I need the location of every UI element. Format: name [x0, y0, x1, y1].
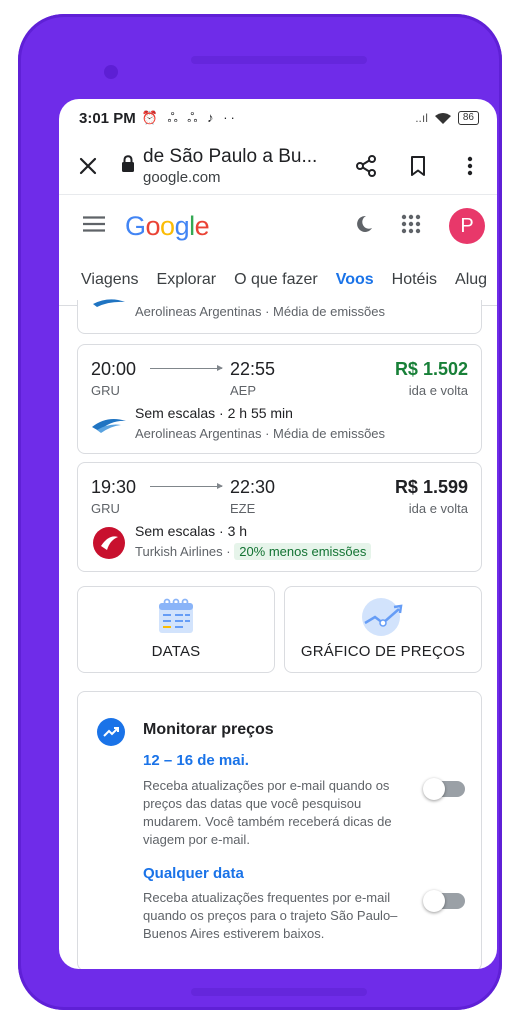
- logo-letter: g: [174, 210, 190, 241]
- tab-hot-is[interactable]: Hotéis: [392, 257, 437, 306]
- price-tracking-card: Monitorar preços 12 – 16 de mai. Receba …: [77, 691, 482, 969]
- turkish-airlines-logo-icon: [91, 525, 127, 561]
- stops-duration: Sem escalas · 3 h: [135, 523, 248, 539]
- flight-card[interactable]: 20:00 22:55 GRU AEP R$ 1.502 ida e volta…: [77, 344, 482, 454]
- price-graph-button[interactable]: GRÁFICO DE PREÇOS: [284, 586, 482, 673]
- price-graph-icon: [361, 597, 405, 642]
- phone-frame: 3:01 PM ⏰ ஃ ஃ ♪ ·· ..ıl 86 de São Paulo …: [18, 14, 502, 1010]
- tab-alug[interactable]: Alug: [455, 257, 487, 306]
- flight-card-partial[interactable]: Aerolineas Argentinas · Média de emissõe…: [77, 299, 482, 334]
- bookmark-icon[interactable]: [405, 153, 431, 179]
- share-icon[interactable]: [353, 153, 379, 179]
- price-type: ida e volta: [408, 501, 468, 516]
- emissions-badge: 20% menos emissões: [234, 543, 372, 560]
- calendar-icon: [157, 597, 195, 640]
- stops-duration: Sem escalas · 2 h 55 min: [135, 405, 293, 421]
- airline-info: Turkish Airlines · 20% menos emissões: [135, 543, 372, 560]
- airline-name: Aerolineas Argentinas ·: [135, 426, 274, 441]
- price-tracking-title: Monitorar preços: [143, 721, 274, 738]
- flight-price: R$ 1.599: [394, 477, 468, 497]
- aerolineas-argentinas-logo-icon: [93, 299, 125, 307]
- departure-airport: GRU: [91, 501, 120, 516]
- departure-time: 19:30: [91, 477, 137, 497]
- price-graph-label: GRÁFICO DE PREÇOS: [300, 643, 466, 660]
- google-logo[interactable]: Google: [125, 210, 210, 242]
- status-time: 3:01 PM: [79, 109, 136, 127]
- front-camera: [104, 65, 118, 79]
- arrival-airport: EZE: [230, 501, 256, 516]
- arrival-time: 22:55: [230, 359, 276, 379]
- dark-mode-icon[interactable]: [355, 215, 373, 238]
- status-right: ..ıl 86: [415, 111, 479, 125]
- hamburger-menu-icon[interactable]: [83, 215, 105, 237]
- tab-o-que-fazer[interactable]: O que fazer: [234, 257, 318, 306]
- close-icon[interactable]: [75, 153, 101, 179]
- departure-time: 20:00: [91, 359, 137, 379]
- earpiece-speaker: [191, 56, 367, 64]
- airline-info: Aerolineas Argentinas · Média de emissõe…: [135, 426, 385, 441]
- status-bar: 3:01 PM ⏰ ஃ ஃ ♪ ·· ..ıl 86: [59, 99, 497, 137]
- track-any-date-option-title: Qualquer data: [143, 865, 244, 882]
- phone-screen: 3:01 PM ⏰ ஃ ஃ ♪ ·· ..ıl 86 de São Paulo …: [59, 99, 497, 969]
- track-dates-toggle[interactable]: [423, 778, 465, 800]
- battery-icon: 86: [457, 111, 479, 125]
- browser-address-bar: de São Paulo a Bu... google.com: [59, 137, 497, 195]
- logo-letter: o: [160, 210, 175, 241]
- logo-letter: e: [194, 210, 210, 241]
- track-any-date-option-desc: Receba atualizações frequentes por e-mai…: [143, 890, 398, 941]
- track-any-date-toggle[interactable]: [423, 890, 465, 912]
- notification-icons: ⏰ ஃ ஃ ♪ ··: [141, 109, 238, 125]
- google-header: Google P: [59, 195, 497, 257]
- bottom-bezel-bar: [191, 988, 367, 996]
- page-domain: google.com: [143, 168, 221, 186]
- header-right: P: [355, 208, 485, 244]
- trending-icon: [97, 718, 125, 746]
- airline-info: Aerolineas Argentinas · Média de emissõe…: [135, 304, 386, 319]
- aerolineas-argentinas-logo-icon: [91, 407, 127, 443]
- url-actions: [353, 153, 483, 179]
- departure-airport: GRU: [91, 383, 120, 398]
- logo-letter: o: [145, 210, 161, 241]
- more-vert-icon[interactable]: [457, 153, 483, 179]
- page-title: de São Paulo a Bu...: [143, 145, 318, 167]
- flight-card[interactable]: 19:30 22:30 GRU EZE R$ 1.599 ida e volta…: [77, 462, 482, 572]
- avatar[interactable]: P: [449, 208, 485, 244]
- arrow-right-icon: [150, 365, 223, 371]
- tab-explorar[interactable]: Explorar: [157, 257, 217, 306]
- wifi-icon: [434, 112, 451, 124]
- dates-button[interactable]: DATAS: [77, 586, 275, 673]
- emissions-label: Média de emissões: [273, 426, 386, 441]
- apps-grid-icon[interactable]: [401, 214, 421, 239]
- arrow-right-icon: [150, 483, 223, 489]
- signal-icon: ..ıl: [415, 111, 428, 125]
- url-titles[interactable]: de São Paulo a Bu... google.com: [143, 146, 335, 186]
- flight-price: R$ 1.502: [394, 359, 468, 379]
- arrival-time: 22:30: [230, 477, 276, 497]
- price-type: ida e volta: [408, 383, 468, 398]
- lock-icon: [121, 154, 135, 177]
- airline-name: Turkish Airlines ·: [135, 544, 235, 559]
- logo-letter: G: [125, 210, 146, 241]
- toggle-knob: [423, 778, 445, 800]
- arrival-airport: AEP: [230, 383, 257, 398]
- track-dates-option-desc: Receba atualizações por e-mail quando os…: [143, 778, 392, 847]
- dates-label: DATAS: [151, 643, 201, 660]
- toggle-knob: [423, 890, 445, 912]
- track-dates-option-title: 12 – 16 de mai.: [143, 752, 249, 769]
- tab-voos[interactable]: Voos: [335, 257, 374, 306]
